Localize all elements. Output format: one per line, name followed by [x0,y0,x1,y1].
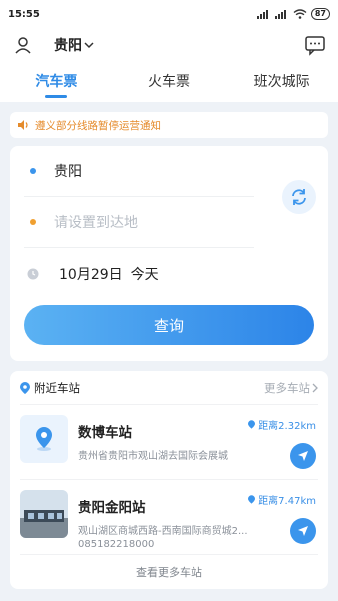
nearby-header: 附近车站 更多车站 [20,371,318,405]
distance-label: 距离2.32km [258,421,316,432]
location-pin-icon [248,495,256,504]
date-row[interactable]: 10月29日 今天 [24,248,314,299]
status-bar: 15:55 87 [0,0,338,28]
nearby-title: 附近车站 [34,380,80,395]
status-time: 15:55 [8,8,40,20]
station-photo [20,490,68,538]
location-pin-icon [20,381,30,394]
user-icon[interactable] [12,34,34,56]
swap-button[interactable] [282,180,316,214]
from-row[interactable]: 贵阳 [24,146,254,197]
station-distance: 距离2.32km [248,417,316,432]
station-address: 贵州省贵阳市观山湖去国际会展城 [78,451,228,462]
view-more-stations[interactable]: 查看更多车站 [20,555,318,589]
chevron-right-icon [312,383,318,392]
to-placeholder: 请设置到达地 [54,215,138,231]
city-selector[interactable]: 贵阳 [54,35,94,55]
battery-icon: 87 [310,8,330,20]
swap-icon [292,189,306,205]
tab-bus[interactable]: 汽车票 [0,66,113,98]
station-placeholder-thumb [20,415,68,463]
chevron-down-icon [84,42,94,49]
signal-icon [256,10,268,19]
nearby-title-group: 附近车站 [20,380,80,396]
more-stations-link[interactable]: 更多车站 [264,380,318,396]
day-value: 今天 [130,266,159,283]
location-pin-icon [248,420,256,429]
clock-icon [27,268,39,279]
station-item[interactable]: 贵阳金阳站 观山湖区商城西路-西南国际商贸城2... 085182218000 … [20,480,318,555]
city-label: 贵阳 [54,38,82,54]
from-city: 贵阳 [54,164,82,180]
station-item[interactable]: 数博车站 贵州省贵阳市观山湖去国际会展城 距离2.32km [20,405,318,480]
notice-bar[interactable]: 遵义部分线路暂停运营通知 [10,112,328,138]
to-row[interactable]: 请设置到达地 [24,197,254,248]
status-icons: 87 [256,8,330,20]
search-button[interactable]: 查询 [24,305,314,345]
tab-train[interactable]: 火车票 [113,66,226,98]
navigation-arrow-icon [298,526,308,536]
nearby-stations: 附近车站 更多车站 数博车站 贵州省贵阳市观山湖去国际会展城 距离2.32km … [10,371,328,589]
wifi-icon [293,9,307,19]
map-pin-icon [36,427,52,451]
station-building-image [20,490,68,538]
top-bar: 贵阳 [0,28,338,62]
date-value: 10月29日 [59,266,123,283]
transport-tabs: 汽车票 火车票 班次城际 [0,62,338,102]
signal-icon-2 [274,10,286,19]
tab-intercity[interactable]: 班次城际 [225,66,338,98]
navigate-button[interactable] [290,518,316,544]
notice-text: 遵义部分线路暂停运营通知 [35,119,161,132]
distance-label: 距离7.47km [258,496,316,507]
navigation-arrow-icon [298,451,308,461]
message-icon[interactable] [304,34,326,56]
speaker-icon [18,120,28,130]
search-card: 贵阳 请设置到达地 10月29日 今天 查询 [10,146,328,361]
station-distance: 距离7.47km [248,492,316,507]
navigate-button[interactable] [290,443,316,469]
from-dot [30,168,36,174]
station-address: 观山湖区商城西路-西南国际商贸城2... [78,526,248,537]
station-phone: 085182218000 [78,539,155,550]
more-stations-label: 更多车站 [264,380,310,395]
to-dot [30,219,36,225]
